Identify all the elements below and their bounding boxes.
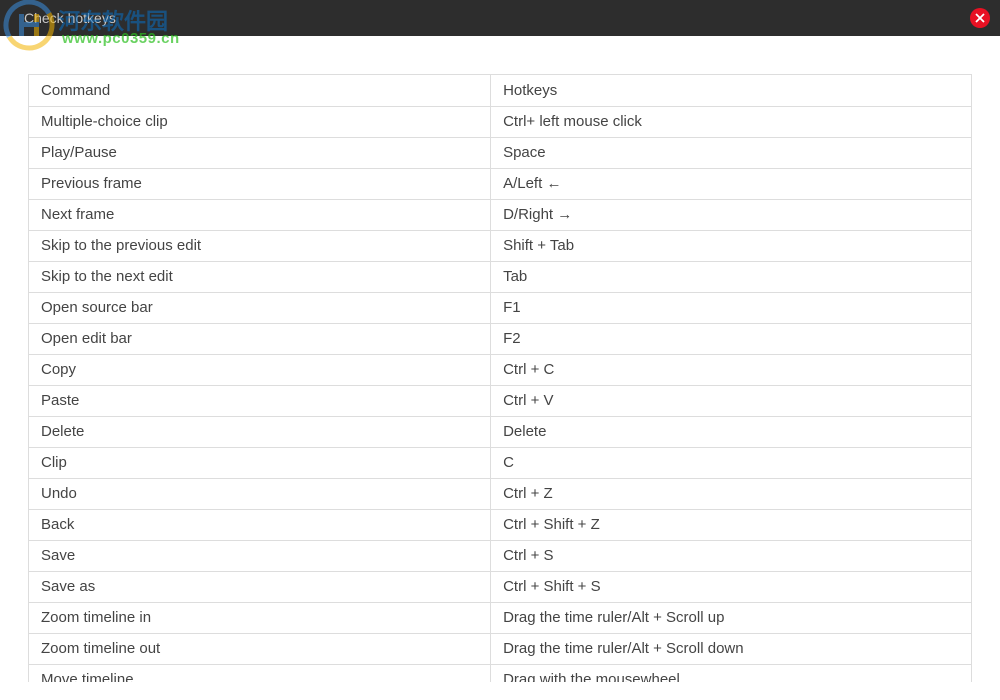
table-row: Zoom timeline outDrag the time ruler/Alt…	[29, 633, 971, 664]
cell-hotkeys: Ctrl + Shift + Z	[491, 509, 971, 540]
cell-hotkeys: Ctrl + V	[491, 385, 971, 416]
cell-command: Skip to the next edit	[29, 261, 491, 292]
hotkeys-scroll-area[interactable]: CommandHotkeysMultiple-choice clipCtrl+ …	[29, 75, 971, 682]
cell-command: Back	[29, 509, 491, 540]
column-header-command: Command	[29, 75, 491, 106]
table-row: Open edit barF2	[29, 323, 971, 354]
cell-command: Play/Pause	[29, 137, 491, 168]
cell-command: Delete	[29, 416, 491, 447]
cell-command: Save	[29, 540, 491, 571]
table-row: ClipC	[29, 447, 971, 478]
cell-command: Open edit bar	[29, 323, 491, 354]
cell-hotkeys: Drag the time ruler/Alt + Scroll up	[491, 602, 971, 633]
cell-command: Save as	[29, 571, 491, 602]
table-header-row: CommandHotkeys	[29, 75, 971, 106]
table-row: SaveCtrl + S	[29, 540, 971, 571]
table-row: PasteCtrl + V	[29, 385, 971, 416]
close-icon	[975, 13, 985, 23]
cell-command: Clip	[29, 447, 491, 478]
titlebar[interactable]: Check hotkeys	[0, 0, 1000, 36]
cell-command: Skip to the previous edit	[29, 230, 491, 261]
table-row: UndoCtrl + Z	[29, 478, 971, 509]
hotkeys-table: CommandHotkeysMultiple-choice clipCtrl+ …	[29, 75, 971, 682]
cell-hotkeys: A/Left ←	[491, 168, 971, 199]
table-row: Open source barF1	[29, 292, 971, 323]
hotkeys-table-wrapper: CommandHotkeysMultiple-choice clipCtrl+ …	[28, 74, 972, 682]
column-header-hotkeys: Hotkeys	[491, 75, 971, 106]
cell-hotkeys: Drag with the mousewheel	[491, 664, 971, 682]
table-row: DeleteDelete	[29, 416, 971, 447]
cell-hotkeys: Ctrl + Z	[491, 478, 971, 509]
cell-command: Zoom timeline out	[29, 633, 491, 664]
table-row: Skip to the previous editShift + Tab	[29, 230, 971, 261]
content-area: CommandHotkeysMultiple-choice clipCtrl+ …	[0, 36, 1000, 700]
table-row: Previous frameA/Left ←	[29, 168, 971, 199]
cell-hotkeys: Tab	[491, 261, 971, 292]
close-button[interactable]	[970, 8, 990, 28]
cell-command: Zoom timeline in	[29, 602, 491, 633]
table-row: Zoom timeline inDrag the time ruler/Alt …	[29, 602, 971, 633]
cell-command: Multiple-choice clip	[29, 106, 491, 137]
cell-command: Previous frame	[29, 168, 491, 199]
cell-hotkeys: Ctrl + C	[491, 354, 971, 385]
cell-command: Copy	[29, 354, 491, 385]
cell-hotkeys: Drag the time ruler/Alt + Scroll down	[491, 633, 971, 664]
cell-hotkeys: Space	[491, 137, 971, 168]
cell-hotkeys: Delete	[491, 416, 971, 447]
cell-hotkeys: F1	[491, 292, 971, 323]
table-row: CopyCtrl + C	[29, 354, 971, 385]
cell-hotkeys: C	[491, 447, 971, 478]
table-row: Skip to the next editTab	[29, 261, 971, 292]
cell-hotkeys: Ctrl + S	[491, 540, 971, 571]
cell-hotkeys: Ctrl + Shift + S	[491, 571, 971, 602]
table-row: Next frameD/Right →	[29, 199, 971, 230]
cell-hotkeys: Shift + Tab	[491, 230, 971, 261]
window-title: Check hotkeys	[24, 10, 116, 26]
cell-command: Move timeline	[29, 664, 491, 682]
cell-hotkeys: D/Right →	[491, 199, 971, 230]
cell-command: Paste	[29, 385, 491, 416]
table-row: Move timelineDrag with the mousewheel	[29, 664, 971, 682]
cell-hotkeys: F2	[491, 323, 971, 354]
cell-command: Open source bar	[29, 292, 491, 323]
cell-command: Next frame	[29, 199, 491, 230]
cell-hotkeys: Ctrl+ left mouse click	[491, 106, 971, 137]
table-row: Multiple-choice clipCtrl+ left mouse cli…	[29, 106, 971, 137]
table-row: Save asCtrl + Shift + S	[29, 571, 971, 602]
table-row: Play/PauseSpace	[29, 137, 971, 168]
cell-command: Undo	[29, 478, 491, 509]
table-row: BackCtrl + Shift + Z	[29, 509, 971, 540]
